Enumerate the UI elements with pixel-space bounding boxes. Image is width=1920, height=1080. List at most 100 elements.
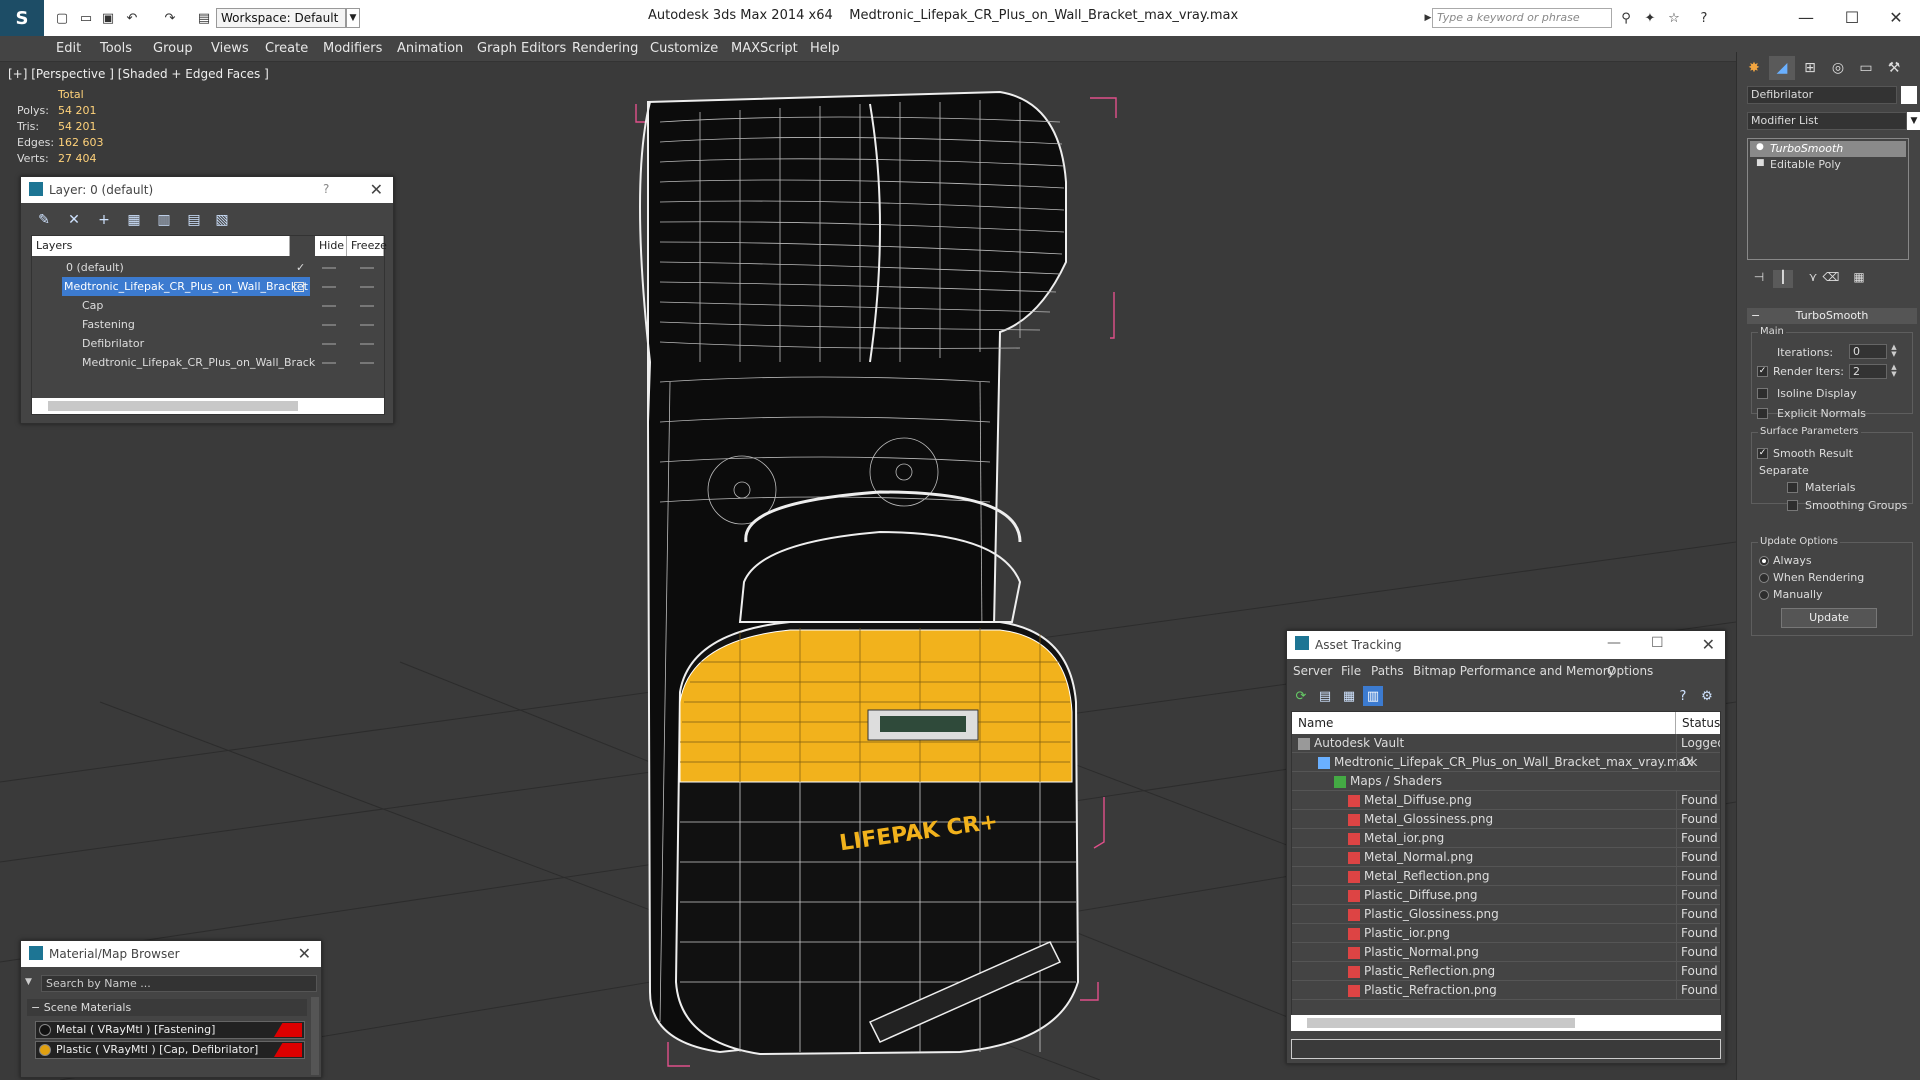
asset-row[interactable]: Medtronic_Lifepak_CR_Plus_on_Wall_Bracke… [1292,753,1720,772]
new-file-icon[interactable]: ▢ [52,8,72,28]
pin-stack-icon[interactable]: ⊣ [1749,270,1769,288]
explicit-normals-checkbox[interactable] [1757,408,1768,419]
menu-modifiers[interactable]: Modifiers [323,41,382,56]
chevron-down-icon[interactable]: ▼ [1907,112,1920,130]
make-unique-icon[interactable]: ⋎ [1803,270,1823,288]
viewport-label[interactable]: [+] [Perspective ] [Shaded + Edged Faces… [8,67,269,81]
hide-toggle[interactable] [322,324,336,326]
show-end-result-icon[interactable]: ┃ [1773,270,1793,288]
select-in-layer-icon[interactable]: ▦ [123,209,145,231]
highlight-layer-icon[interactable]: ▥ [153,209,175,231]
menu-graph-editors[interactable]: Graph Editors [477,41,566,56]
asset-row[interactable]: Metal_Normal.png Found [1292,848,1720,867]
redo-icon[interactable]: ↷ [160,8,180,28]
maximize-icon[interactable]: ☐ [1832,4,1872,30]
material-item[interactable]: Plastic ( VRayMtl ) [Cap, Defibrilator] [35,1041,305,1059]
workspace-select[interactable]: Workspace: Default [216,8,346,28]
configure-modifier-sets-icon[interactable]: ▦ [1849,270,1869,288]
column-header[interactable]: Layers [32,236,290,256]
freeze-toggle[interactable] [360,343,374,345]
search-input[interactable]: Type a keyword or phrase [1432,8,1612,28]
vertical-scrollbar[interactable] [311,997,319,1075]
options-arrow-icon[interactable]: ▼ [25,977,32,987]
layer-row[interactable]: Fastening [32,315,384,334]
modify-tab-icon[interactable]: ◢ [1769,56,1795,80]
delete-layer-icon[interactable]: ✕ [63,209,85,231]
minimize-icon[interactable]: — [1607,635,1621,651]
render-iters-spinner[interactable]: 2 [1849,364,1887,379]
isoline-display-checkbox[interactable] [1757,388,1768,399]
menu-views[interactable]: Views [211,41,249,56]
create-layer-icon[interactable]: + [93,209,115,231]
material-item[interactable]: Metal ( VRayMtl ) [Fastening] [35,1021,305,1039]
scene-materials-section[interactable]: − Scene Materials [27,999,307,1016]
display-tab-icon[interactable]: ▭ [1853,56,1879,80]
close-icon[interactable]: ✕ [1876,4,1916,30]
motion-tab-icon[interactable]: ◎ [1825,56,1851,80]
refresh-icon[interactable]: ⟳ [1291,686,1311,706]
column-header[interactable]: Freeze [347,236,387,256]
layer-row-selected[interactable]: Medtronic_Lifepak_CR_Plus_on_Wall_Bracke… [32,277,384,296]
menu-tools[interactable]: Tools [100,41,132,56]
layer-row[interactable]: 0 (default) ✓ [32,258,384,277]
layer-add-selection-icon[interactable]: ✎ [33,209,55,231]
freeze-toggle[interactable] [360,267,374,269]
layer-row[interactable]: Medtronic_Lifepak_CR_Plus_on_Wall_Brack [32,353,384,372]
turbosmooth-rollout-header[interactable]: − TurboSmooth [1747,308,1917,324]
render-iters-checkbox[interactable]: ✓ [1757,366,1768,377]
asset-row[interactable]: Metal_Glossiness.png Found [1292,810,1720,829]
when-rendering-radio[interactable] [1759,573,1769,583]
manually-radio[interactable] [1759,590,1769,600]
stack-item-turbosmooth[interactable]: TurboSmooth [1750,141,1906,157]
modifier-list-dropdown[interactable]: Modifier List [1747,112,1907,130]
menu-server[interactable]: Server [1293,664,1332,678]
freeze-toggle[interactable] [360,305,374,307]
smoothing-groups-checkbox[interactable] [1787,500,1798,511]
lightbulb-icon[interactable]: ● [1756,142,1764,152]
asset-row[interactable]: Plastic_ior.png Found [1292,924,1720,943]
asset-tracking-titlebar[interactable]: Asset Tracking — ☐ ✕ [1287,631,1725,659]
scrollbar-thumb[interactable] [48,401,298,411]
menu-paths[interactable]: Paths [1371,664,1404,678]
project-folder-icon[interactable]: ▤ [194,8,214,28]
menu-help[interactable]: Help [810,41,840,56]
close-icon[interactable]: ✕ [298,944,311,963]
horizontal-scrollbar[interactable] [32,398,384,414]
asset-row[interactable]: Plastic_Refraction.png Found [1292,981,1720,1000]
asset-row[interactable]: Plastic_Glossiness.png Found [1292,905,1720,924]
help-icon[interactable]: ? [323,182,329,196]
layer-row[interactable]: Cap [32,296,384,315]
menu-customize[interactable]: Customize [650,41,718,56]
asset-row[interactable]: Plastic_Diffuse.png Found [1292,886,1720,905]
communication-center-icon[interactable]: ✦ [1640,8,1660,28]
hide-toggle[interactable] [322,343,336,345]
menu-maxscript[interactable]: MAXScript [731,41,798,56]
active-layer-check-icon[interactable]: ✓ [296,258,305,277]
menu-group[interactable]: Group [153,41,193,56]
object-color-swatch[interactable] [1901,86,1917,104]
material-search-input[interactable]: Search by Name ... [41,975,317,992]
list-view-icon[interactable]: ▤ [1315,686,1335,706]
asset-row[interactable]: Maps / Shaders [1292,772,1720,791]
material-browser-titlebar[interactable]: Material/Map Browser ✕ [21,941,321,967]
hierarchy-tab-icon[interactable]: ⊞ [1797,56,1823,80]
scrollbar-thumb[interactable] [1307,1018,1575,1028]
layer-panel-titlebar[interactable]: Layer: 0 (default) ? ✕ [21,177,393,203]
freeze-all-icon[interactable]: ▧ [211,209,233,231]
asset-path-field[interactable] [1291,1039,1721,1059]
hide-toggle[interactable] [322,286,336,288]
menu-create[interactable]: Create [265,41,308,56]
close-icon[interactable]: ✕ [1702,635,1715,654]
column-header[interactable]: Name [1292,712,1676,734]
stack-item-editable-poly[interactable]: Editable Poly [1750,157,1906,173]
smooth-result-checkbox[interactable]: ✓ [1757,448,1768,459]
asset-row[interactable]: Plastic_Normal.png Found [1292,943,1720,962]
spinner-arrows-icon[interactable]: ▲ ▼ [1889,344,1899,359]
maximize-icon[interactable]: ☐ [1651,635,1664,651]
menu-animation[interactable]: Animation [397,41,463,56]
freeze-toggle[interactable] [360,286,374,288]
iterations-spinner[interactable]: 0 [1849,344,1887,359]
binoculars-icon[interactable]: ⚲ [1616,8,1636,28]
utilities-tab-icon[interactable]: ⚒ [1881,56,1907,80]
update-button[interactable]: Update [1781,608,1877,628]
